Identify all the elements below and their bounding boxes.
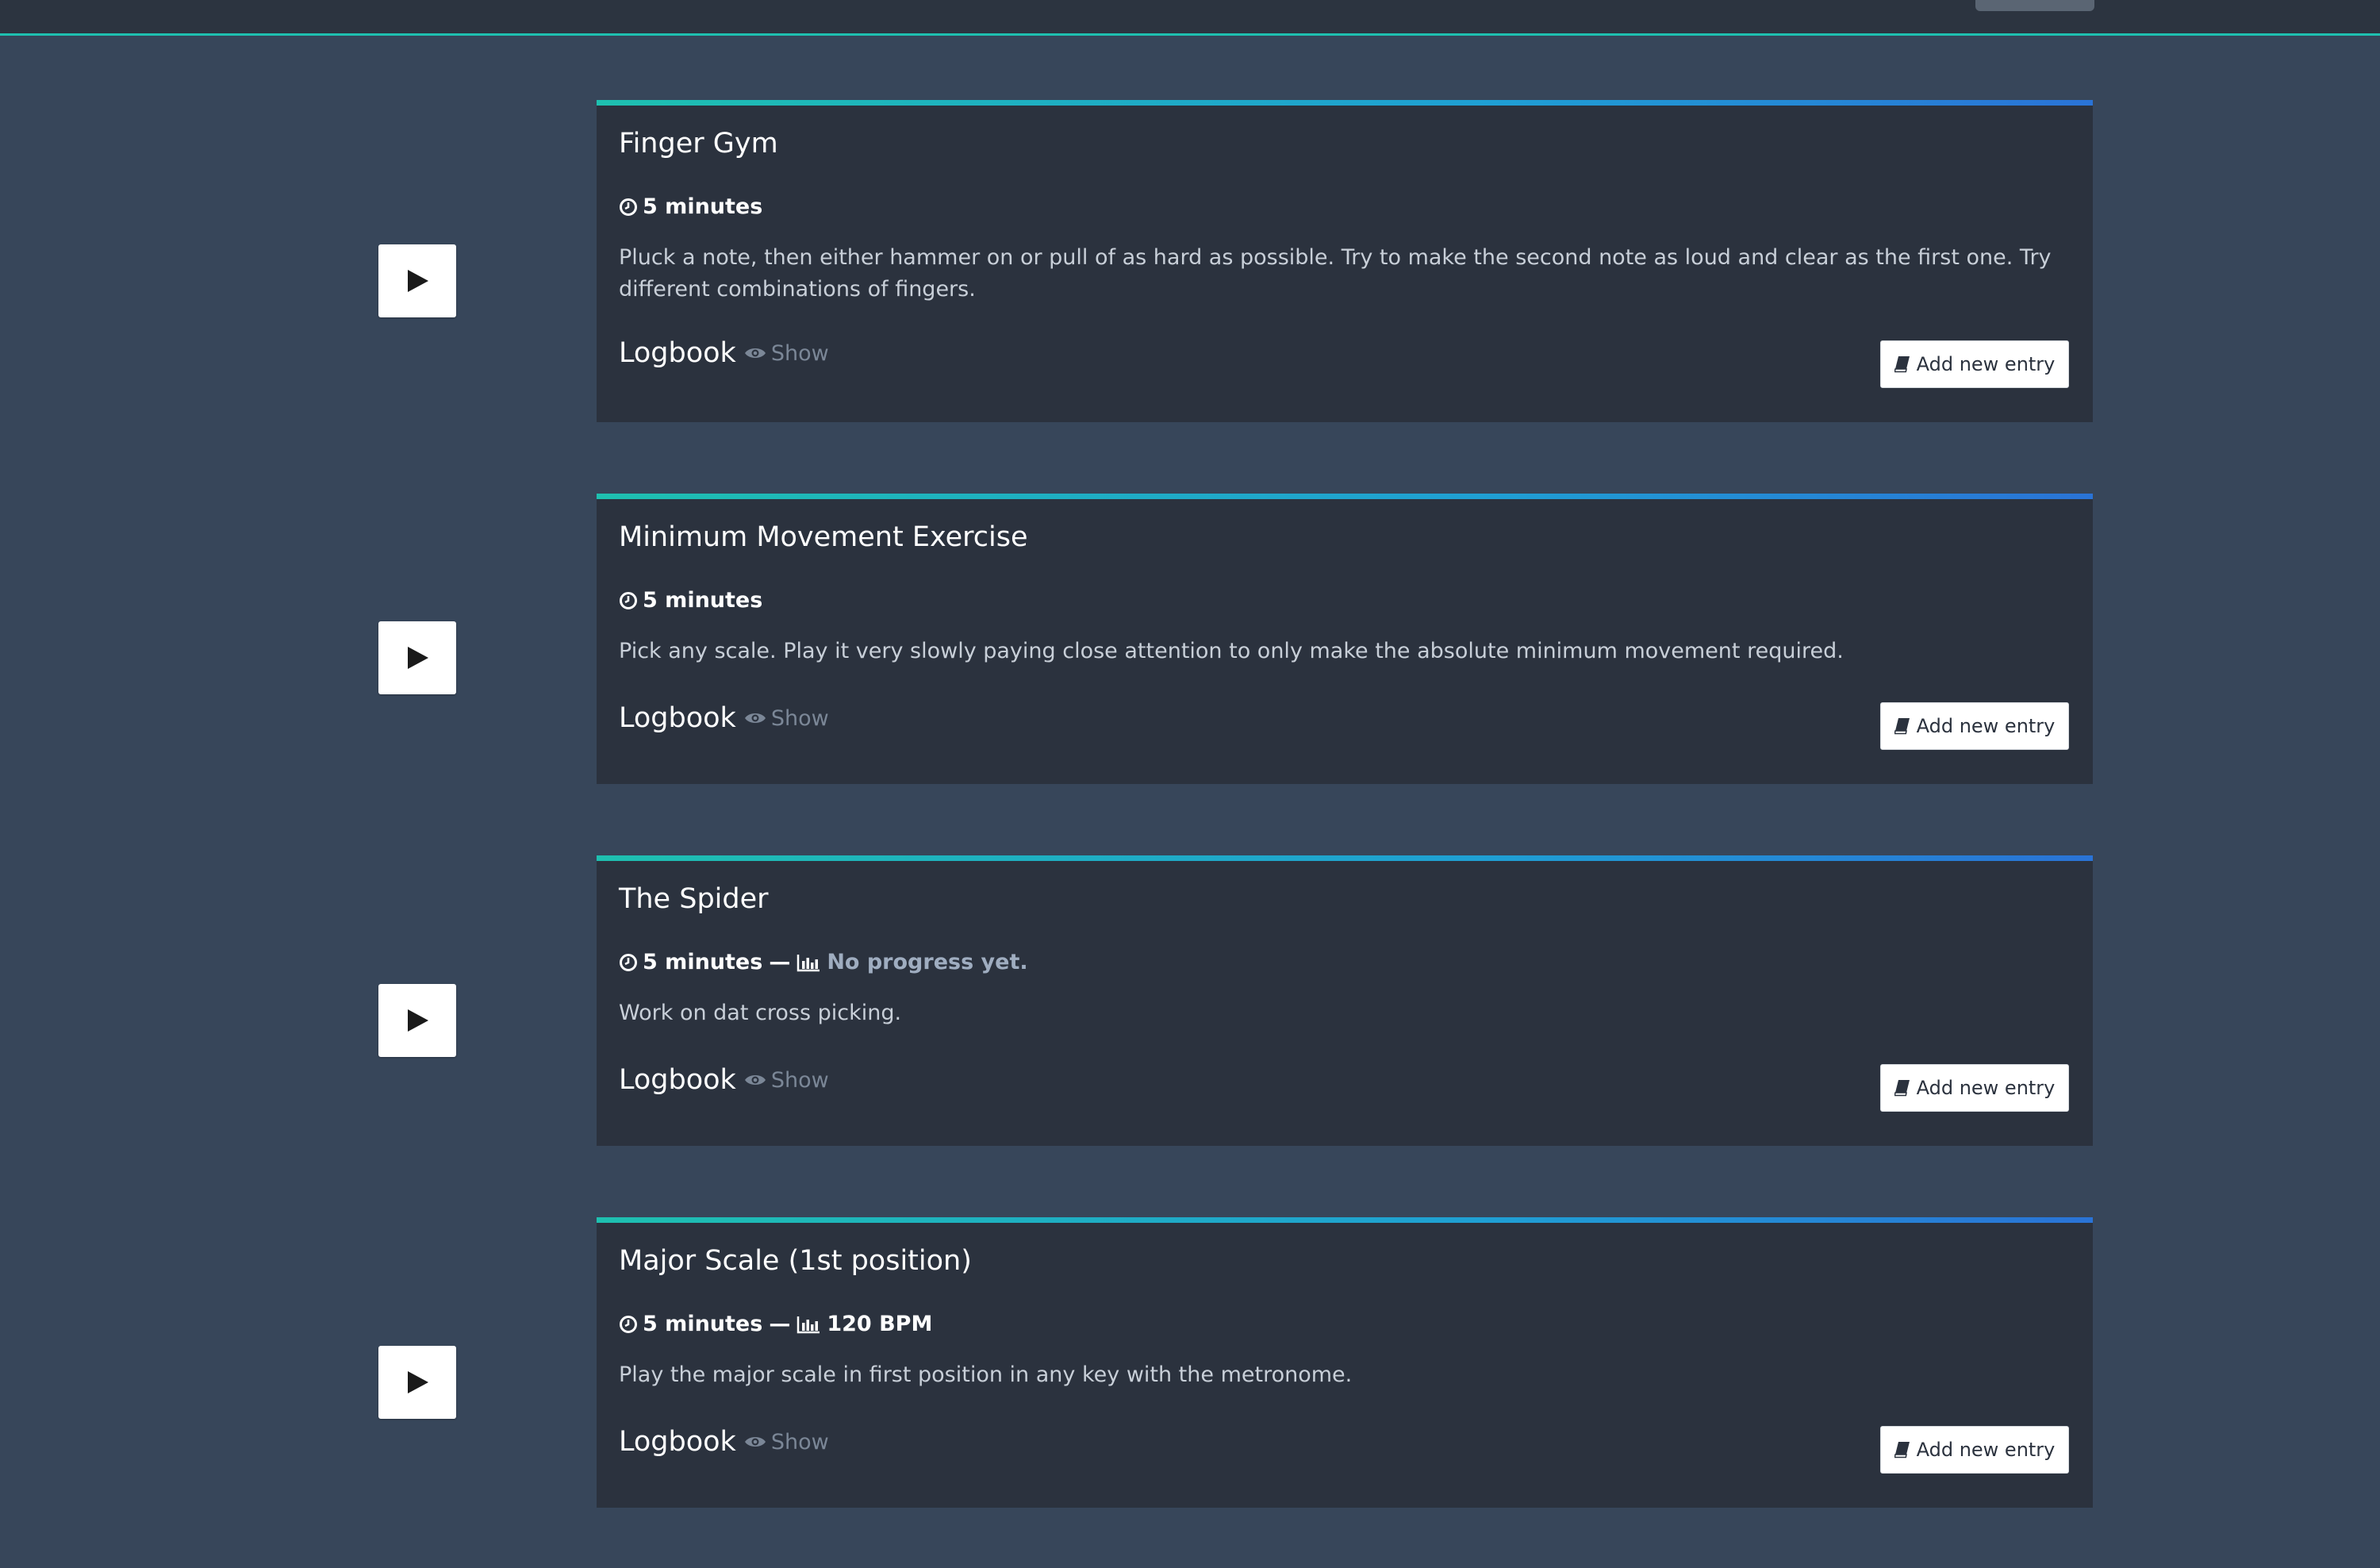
play-button[interactable] bbox=[378, 621, 456, 694]
logbook-header: Logbook Show bbox=[619, 702, 829, 734]
eye-icon bbox=[744, 1075, 766, 1085]
play-icon bbox=[408, 270, 428, 292]
progress-tempo: 120 BPM bbox=[827, 1312, 933, 1336]
book-icon bbox=[1894, 1080, 1910, 1097]
clock-icon bbox=[620, 591, 637, 609]
exercise-card: Minimum Movement Exercise 5 minutes Pick… bbox=[597, 494, 2093, 784]
show-logbook-link[interactable]: Show bbox=[744, 1068, 829, 1093]
exercise-title: Minimum Movement Exercise bbox=[619, 521, 1028, 553]
exercise-title: Finger Gym bbox=[619, 128, 778, 159]
exercise-duration: 5 minutes bbox=[643, 588, 763, 613]
exercise-card: Major Scale (1st position) 5 minutes — 1… bbox=[597, 1217, 2093, 1508]
show-label: Show bbox=[770, 705, 829, 731]
exercise-title: The Spider bbox=[619, 883, 769, 915]
logbook-header: Logbook Show bbox=[619, 1064, 829, 1096]
show-label: Show bbox=[770, 1429, 829, 1455]
exercise-duration: 5 minutes bbox=[643, 1312, 763, 1336]
clock-icon bbox=[620, 953, 637, 971]
play-icon bbox=[408, 647, 428, 669]
meta-separator: — bbox=[769, 1312, 791, 1336]
exercise-duration: 5 minutes bbox=[643, 194, 763, 219]
meta-separator: — bbox=[769, 950, 791, 974]
exercise-meta: 5 minutes bbox=[619, 194, 762, 219]
add-new-entry-label: Add new entry bbox=[1916, 1077, 2056, 1099]
exercise-description: Pluck a note, then either hammer on or p… bbox=[619, 245, 2052, 302]
add-new-entry-button[interactable]: Add new entry bbox=[1880, 1426, 2069, 1474]
exercise-description: Play the major scale in first position i… bbox=[619, 1362, 1353, 1387]
show-logbook-link[interactable]: Show bbox=[744, 706, 829, 731]
bar-chart-icon bbox=[797, 1316, 820, 1333]
eye-icon bbox=[744, 348, 766, 358]
logbook-header: Logbook Show bbox=[619, 337, 829, 369]
play-button[interactable] bbox=[378, 984, 456, 1057]
play-icon bbox=[408, 1009, 428, 1032]
logbook-header: Logbook Show bbox=[619, 1426, 829, 1458]
logbook-title: Logbook bbox=[619, 1064, 736, 1096]
logbook-title: Logbook bbox=[619, 1426, 736, 1458]
add-new-entry-label: Add new entry bbox=[1916, 353, 2056, 375]
exercise-description: Pick any scale. Play it very slowly payi… bbox=[619, 639, 1844, 663]
bar-chart-icon bbox=[797, 954, 820, 971]
eye-icon bbox=[744, 1437, 766, 1447]
eye-icon bbox=[744, 713, 766, 723]
exercise-description: Work on dat cross picking. bbox=[619, 1001, 902, 1025]
exercise-card: The Spider 5 minutes — No progress yet. … bbox=[597, 855, 2093, 1146]
book-icon bbox=[1894, 356, 1910, 373]
show-label: Show bbox=[770, 340, 829, 366]
add-new-entry-button[interactable]: Add new entry bbox=[1880, 1064, 2069, 1112]
show-logbook-link[interactable]: Show bbox=[744, 1430, 829, 1455]
logbook-title: Logbook bbox=[619, 337, 736, 369]
play-icon bbox=[408, 1371, 428, 1393]
top-navbar bbox=[0, 0, 2380, 36]
add-new-entry-label: Add new entry bbox=[1916, 1439, 2056, 1461]
logbook-title: Logbook bbox=[619, 702, 736, 734]
add-new-entry-button[interactable]: Add new entry bbox=[1880, 340, 2069, 388]
clock-icon bbox=[620, 198, 637, 216]
add-new-entry-button[interactable]: Add new entry bbox=[1880, 702, 2069, 750]
add-new-entry-label: Add new entry bbox=[1916, 715, 2056, 737]
show-label: Show bbox=[770, 1067, 829, 1093]
progress-status: No progress yet. bbox=[827, 950, 1028, 974]
book-icon bbox=[1894, 718, 1910, 735]
clock-icon bbox=[620, 1315, 637, 1333]
exercise-meta: 5 minutes bbox=[619, 588, 762, 613]
exercise-title: Major Scale (1st position) bbox=[619, 1245, 972, 1277]
exercise-card: Finger Gym 5 minutes Pluck a note, then … bbox=[597, 100, 2093, 422]
play-button[interactable] bbox=[378, 244, 456, 317]
exercise-meta: 5 minutes — 120 BPM bbox=[619, 1312, 932, 1336]
show-logbook-link[interactable]: Show bbox=[744, 341, 829, 366]
exercise-meta: 5 minutes — No progress yet. bbox=[619, 950, 1028, 974]
navbar-button[interactable] bbox=[1975, 0, 2094, 11]
play-button[interactable] bbox=[378, 1346, 456, 1419]
book-icon bbox=[1894, 1442, 1910, 1458]
exercise-duration: 5 minutes bbox=[643, 950, 763, 974]
